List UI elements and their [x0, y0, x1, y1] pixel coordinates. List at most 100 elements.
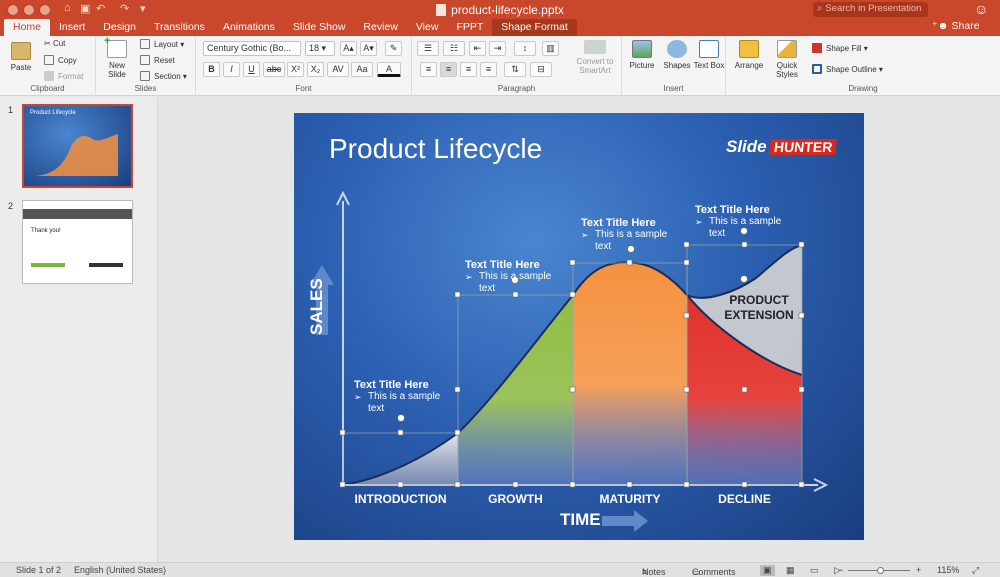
subscript-button[interactable]: X₂ [307, 62, 324, 77]
columns-icon[interactable]: ▥ [542, 41, 559, 56]
layout-label: Layout [154, 40, 179, 49]
new-slide-label: New Slide [108, 61, 126, 79]
product-extension-label[interactable]: PRODUCT EXTENSION [704, 293, 814, 323]
text-box-growth[interactable]: Text Title Here This is a sample text [465, 259, 565, 295]
text-box-introduction[interactable]: Text Title Here This is a sample text [354, 379, 444, 415]
reading-view-icon[interactable]: ▭ [810, 565, 819, 576]
document-icon [436, 4, 447, 16]
align-center-icon[interactable]: ≡ [440, 62, 457, 77]
character-spacing-button[interactable]: AV [327, 62, 349, 77]
line-spacing-icon[interactable]: ↕ [514, 41, 536, 56]
tab-design[interactable]: Design [94, 19, 145, 36]
shape-outline-label: Shape Outline [826, 65, 877, 74]
bullets-icon[interactable]: ☰ [417, 41, 439, 56]
slide-thumbnail-1[interactable]: Product Lifecycle [22, 104, 133, 188]
numbering-icon[interactable]: ☷ [443, 41, 465, 56]
tab-fppt[interactable]: FPPT [447, 19, 492, 36]
font-color-button[interactable]: A [377, 62, 401, 77]
quick-styles-button[interactable]: Quick Styles [770, 40, 804, 79]
slide-title[interactable]: Product Lifecycle [329, 133, 542, 165]
fit-to-window-icon[interactable]: ⤢ [972, 565, 979, 576]
align-right-icon[interactable]: ≡ [460, 62, 477, 77]
new-slide-icon: + [104, 36, 127, 58]
smartart-icon [584, 40, 606, 54]
tab-animations[interactable]: Animations [214, 19, 284, 36]
thumbnail-bar-green [31, 263, 65, 267]
slide-thumbnail-2[interactable]: Thank you! [22, 200, 133, 284]
logo-text-slide: Slide [726, 137, 767, 156]
shape-fill-button[interactable]: Shape Fill ▾ [812, 43, 868, 53]
zoom-level[interactable]: 115% [937, 565, 959, 575]
cut-label: Cut [52, 39, 66, 48]
bold-button[interactable]: B [203, 62, 220, 77]
text-direction-icon[interactable]: ⇅ [504, 62, 526, 77]
text-box-body: This is a sample text [354, 391, 444, 415]
tab-view[interactable]: View [407, 19, 448, 36]
new-slide-button[interactable]: + New Slide [100, 36, 134, 79]
shrink-font-icon[interactable]: A▾ [360, 41, 377, 56]
grow-font-icon[interactable]: A▴ [340, 41, 357, 56]
picture-button[interactable]: Picture [625, 40, 659, 70]
shapes-button[interactable]: Shapes [660, 40, 694, 70]
align-left-icon[interactable]: ≡ [420, 62, 437, 77]
feedback-smiley-icon[interactable]: ☺ [974, 1, 988, 17]
tab-slide-show[interactable]: Slide Show [284, 19, 355, 36]
section-button[interactable]: Section ▾ [140, 71, 187, 81]
logo-text-hunter: HUNTER [768, 139, 837, 155]
comments-label: Comments [692, 567, 736, 577]
change-case-button[interactable]: Aa [351, 62, 373, 77]
thumbnail-bar-dark [89, 263, 123, 267]
decrease-indent-icon[interactable]: ⇤ [469, 41, 486, 56]
thumbnail-title: Thank you! [31, 228, 61, 234]
tab-transitions[interactable]: Transitions [145, 19, 214, 36]
zoom-in-icon[interactable]: + [916, 565, 921, 575]
justify-icon[interactable]: ≡ [480, 62, 497, 77]
font-group-label: Font [295, 84, 312, 93]
layout-button[interactable]: Layout ▾ [140, 39, 184, 49]
share-button[interactable]: ⁺☻ Share [932, 20, 980, 32]
align-text-icon[interactable]: ⊟ [530, 62, 552, 77]
tab-insert[interactable]: Insert [50, 19, 94, 36]
paste-button[interactable]: Paste [4, 42, 38, 72]
picture-icon [632, 40, 652, 58]
lifecycle-chart [310, 190, 829, 532]
text-box-maturity[interactable]: Text Title Here This is a sample text [581, 217, 681, 253]
zoom-slider-knob[interactable] [877, 567, 885, 574]
search-box[interactable]: ⌕ Search in Presentation [813, 2, 928, 17]
maturity-area [573, 262, 687, 485]
convert-smartart-button[interactable]: Convert to SmartArt [570, 40, 620, 75]
stage-label-maturity: MATURITY [599, 492, 661, 506]
text-box-body: This is a sample text [465, 271, 565, 295]
zoom-slider[interactable] [848, 567, 910, 574]
copy-button[interactable]: Copy [44, 55, 77, 65]
stage-label-decline: DECLINE [718, 492, 771, 506]
format-painter-button[interactable]: Format [44, 71, 83, 81]
text-box-decline[interactable]: Text Title Here This is a sample text [695, 204, 795, 240]
superscript-button[interactable]: X² [287, 62, 304, 77]
text-box-heading: Text Title Here [581, 217, 656, 229]
clear-formatting-icon[interactable]: ✎ [385, 41, 402, 56]
language-indicator[interactable]: English (United States) [74, 565, 166, 575]
tab-review[interactable]: Review [354, 19, 406, 36]
zoom-out-icon[interactable]: − [838, 565, 843, 575]
font-name-dropdown[interactable]: Century Gothic (Bo... [203, 41, 301, 56]
font-size-dropdown[interactable]: 18 ▾ [305, 41, 335, 56]
italic-button[interactable]: I [223, 62, 240, 77]
text-box-button[interactable]: Text Box [692, 40, 726, 70]
arrange-button[interactable]: Arrange [730, 40, 768, 70]
shape-outline-button[interactable]: Shape Outline ▾ [812, 64, 883, 74]
cut-button[interactable]: ✂ Cut [44, 39, 65, 48]
search-placeholder: Search in Presentation [825, 3, 922, 14]
normal-view-icon[interactable]: ▣ [760, 565, 775, 576]
tab-shape-format[interactable]: Shape Format [492, 19, 577, 36]
slide-sorter-icon[interactable]: ▦ [786, 565, 795, 576]
increase-indent-icon[interactable]: ⇥ [489, 41, 506, 56]
underline-button[interactable]: U [243, 62, 260, 77]
text-box-body: This is a sample text [695, 216, 795, 240]
slide-canvas[interactable]: Product Lifecycle Slide HUNTER SALES TIME… [294, 113, 864, 540]
shapes-label: Shapes [663, 61, 691, 70]
reset-button[interactable]: Reset [140, 55, 175, 65]
tab-home[interactable]: Home [4, 19, 51, 36]
strikethrough-button[interactable]: abc [263, 62, 285, 77]
stage-label-growth: GROWTH [488, 492, 543, 506]
